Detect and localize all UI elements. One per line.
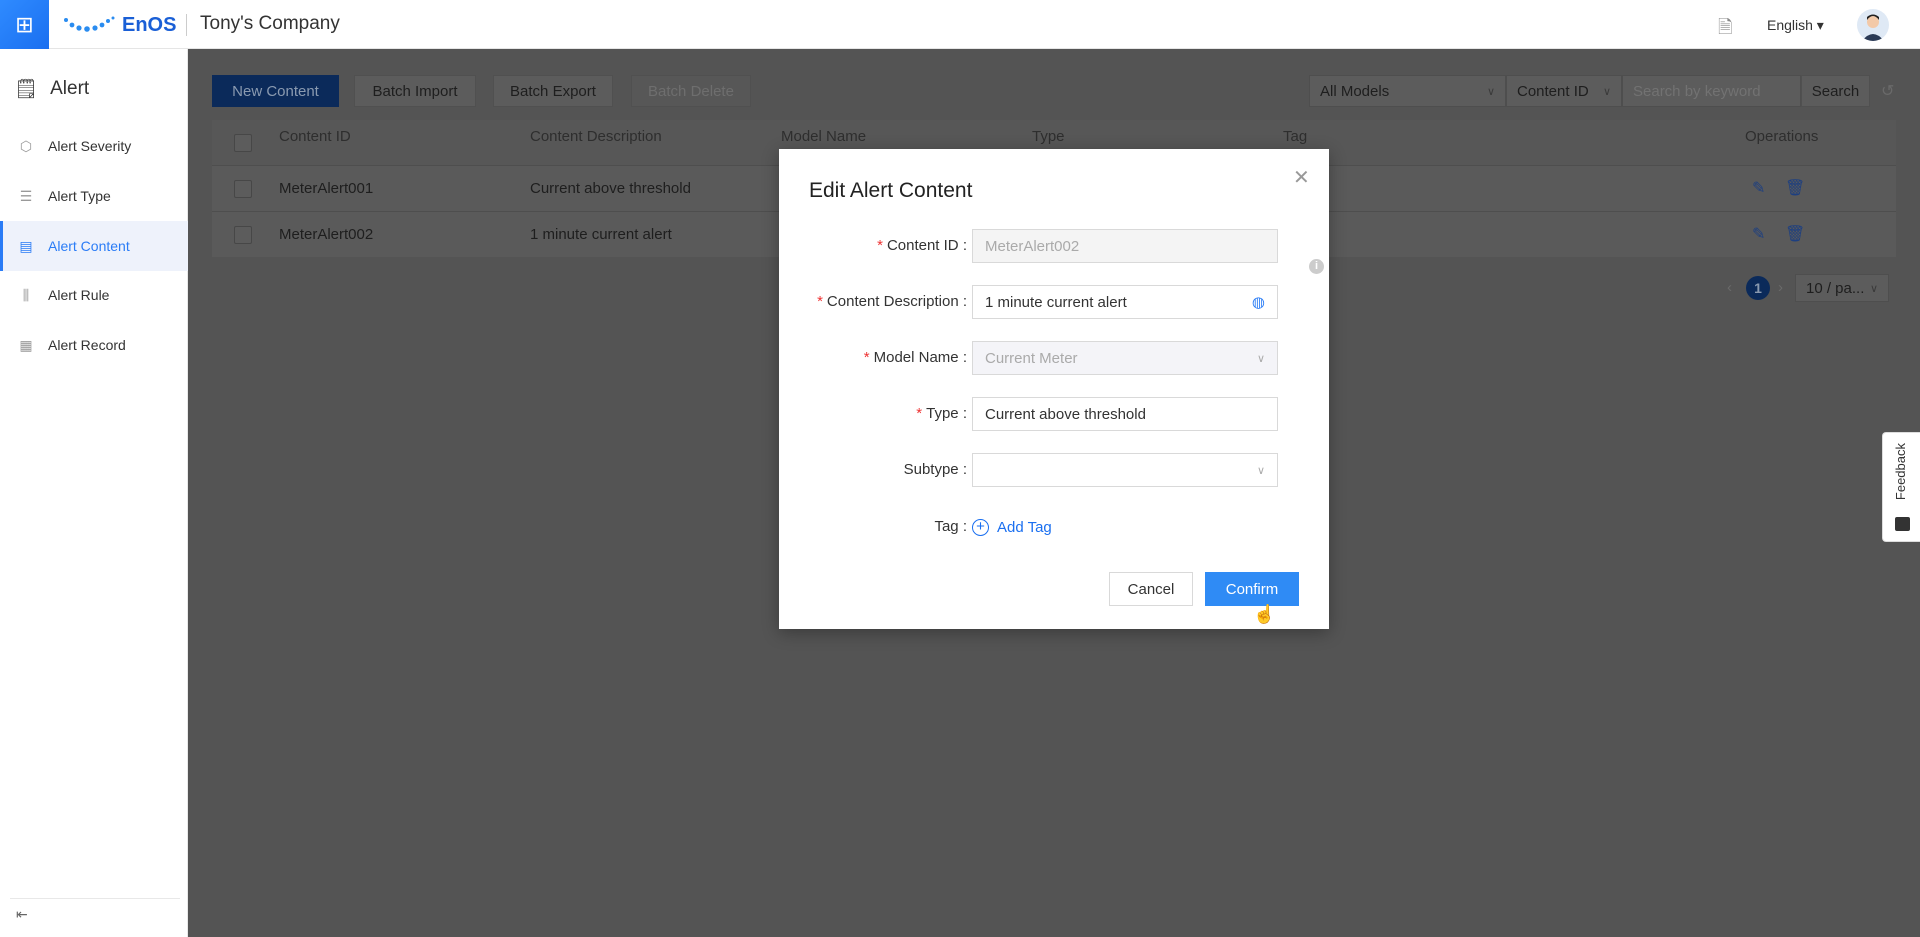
content-description: Current above threshold [530, 180, 691, 197]
chevron-down-icon: ∨ [1869, 282, 1878, 295]
sidebar: 🗒 Alert ⬡ Alert Severity ☰ Alert Type ▤ Aler… [0, 49, 188, 937]
info-icon[interactable]: i [1309, 259, 1324, 274]
content-id-value: MeterAlert002 [985, 237, 1080, 255]
language-selector[interactable]: English ▾ [1767, 17, 1824, 34]
clipboard-icon: ▤ [19, 237, 33, 254]
chevron-down-icon: ∨ [1256, 464, 1265, 477]
batch-delete-button[interactable]: Batch Delete [631, 75, 751, 107]
model-name-value: Current Meter [985, 349, 1078, 367]
alert-doc-icon: 🗒 [14, 79, 39, 100]
field-filter-value: Content ID [1517, 82, 1589, 100]
content-id-field[interactable]: MeterAlert002 [972, 229, 1278, 263]
sidebar-item-alert-rule[interactable]: ⫼ Alert Rule [0, 270, 188, 320]
content-id-label: * Content ID : [877, 237, 967, 254]
sidebar-item-alert-record[interactable]: ▦ Alert Record [0, 320, 188, 370]
sidebar-item-alert-type[interactable]: ☰ Alert Type [0, 171, 188, 221]
edit-alert-content-modal: Edit Alert Content ✕ * Content ID : Meter… [779, 149, 1329, 629]
enos-logo[interactable]: EnOS [62, 12, 176, 38]
next-page-button[interactable]: › [1778, 279, 1783, 296]
hand-cursor-icon: ☝ [1253, 604, 1276, 624]
add-tag-button[interactable]: + Add Tag [972, 519, 1052, 536]
document-icon[interactable]: 🗎 [1718, 15, 1732, 45]
field-filter-select[interactable]: Content ID ∨ [1506, 75, 1622, 107]
brand-name: EnOS [122, 13, 177, 36]
sidebar-item-alert-severity[interactable]: ⬡ Alert Severity [0, 121, 188, 171]
cancel-button[interactable]: Cancel [1109, 572, 1193, 606]
feedback-icon [1895, 517, 1910, 531]
divider [186, 14, 187, 36]
page-size-select[interactable]: 10 / pa... ∨ [1795, 274, 1889, 302]
column-header: Tag [1283, 128, 1308, 145]
batch-import-button[interactable]: Batch Import [354, 75, 476, 107]
content-id: MeterAlert002 [279, 226, 374, 243]
model-name-select[interactable]: Current Meter ∨ [972, 341, 1278, 375]
batch-export-button[interactable]: Batch Export [493, 75, 613, 107]
search-input[interactable]: Search by keyword [1622, 75, 1801, 107]
model-name-label: * Model Name : [863, 349, 967, 366]
subtype-select[interactable]: ∨ [972, 453, 1278, 487]
subtype-label: Subtype : [903, 461, 967, 478]
column-header: Model Name [781, 128, 867, 145]
sliders-icon: ⫼ [22, 286, 30, 303]
column-header: Content Description [530, 128, 662, 145]
content-description-field[interactable]: 1 minute current alert ◍ [972, 285, 1278, 319]
company-name: Tony's Company [200, 13, 340, 34]
close-icon[interactable]: ✕ [1293, 165, 1310, 190]
record-icon: ▦ [19, 336, 33, 353]
edit-icon[interactable]: ✎ [1752, 224, 1765, 244]
confirm-button[interactable]: Confirm [1205, 572, 1299, 606]
column-header: Content ID [279, 128, 351, 145]
sidebar-item-alert-content[interactable]: ▤ Alert Content [0, 221, 188, 271]
sidebar-item-label: Alert Rule [48, 287, 110, 303]
type-value: Current above threshold [985, 405, 1146, 423]
chevron-down-icon: ∨ [1486, 85, 1495, 98]
modal-title: Edit Alert Content [809, 179, 973, 202]
search-button[interactable]: Search [1801, 75, 1870, 107]
sidebar-title: 🗒 Alert [14, 77, 89, 101]
content-id: MeterAlert001 [279, 180, 374, 197]
chevron-down-icon: ∨ [1256, 352, 1265, 365]
model-filter-value: All Models [1320, 82, 1390, 100]
tag-label: Tag : [934, 518, 967, 535]
edit-icon[interactable]: ✎ [1752, 178, 1765, 198]
model-filter-select[interactable]: All Models ∨ [1309, 75, 1506, 107]
sidebar-title-label: Alert [50, 78, 90, 99]
app-grid-icon[interactable]: ⊞ [0, 0, 49, 49]
type-label: * Type : [916, 405, 967, 422]
page-size-value: 10 / pa... [1806, 279, 1865, 297]
new-content-button[interactable]: New Content [212, 75, 339, 107]
sidebar-item-label: Alert Type [48, 188, 111, 204]
globe-icon[interactable]: ◍ [1252, 293, 1265, 311]
list-icon: ☰ [19, 187, 33, 204]
feedback-label: Feedback [1893, 443, 1908, 501]
column-header: Operations [1745, 128, 1819, 145]
page-1-button[interactable]: 1 [1746, 276, 1770, 300]
trash-icon[interactable]: 🗑 [1785, 178, 1805, 198]
search-placeholder: Search by keyword [1633, 82, 1761, 100]
content-description: 1 minute current alert [530, 226, 672, 243]
row-checkbox[interactable] [234, 226, 252, 244]
hexagon-icon: ⬡ [19, 137, 33, 154]
sidebar-item-label: Alert Severity [48, 138, 132, 154]
prev-page-button[interactable]: ‹ [1727, 279, 1732, 296]
select-all-checkbox[interactable] [234, 134, 252, 152]
avatar[interactable] [1857, 9, 1889, 41]
sidebar-item-label: Alert Content [48, 238, 130, 254]
language-label: English [1767, 17, 1813, 33]
divider [10, 898, 180, 899]
chevron-down-icon: ∨ [1602, 85, 1611, 98]
feedback-tab[interactable]: Feedback [1882, 432, 1920, 542]
add-tag-label: Add Tag [997, 519, 1052, 536]
row-checkbox[interactable] [234, 180, 252, 198]
top-bar: ⊞ EnOS Tony's Company 🗎 English ▾ [0, 0, 1920, 49]
collapse-sidebar-icon[interactable]: ⇤ [16, 906, 28, 923]
plus-circle-icon: + [972, 519, 989, 536]
column-header: Type [1032, 128, 1065, 145]
history-icon[interactable]: ↺ [1881, 81, 1894, 101]
trash-icon[interactable]: 🗑 [1785, 224, 1805, 244]
sidebar-item-label: Alert Record [48, 337, 126, 353]
content-description-label: * Content Description : [817, 293, 967, 310]
content-description-value: 1 minute current alert [985, 293, 1127, 311]
type-field[interactable]: Current above threshold [972, 397, 1278, 431]
